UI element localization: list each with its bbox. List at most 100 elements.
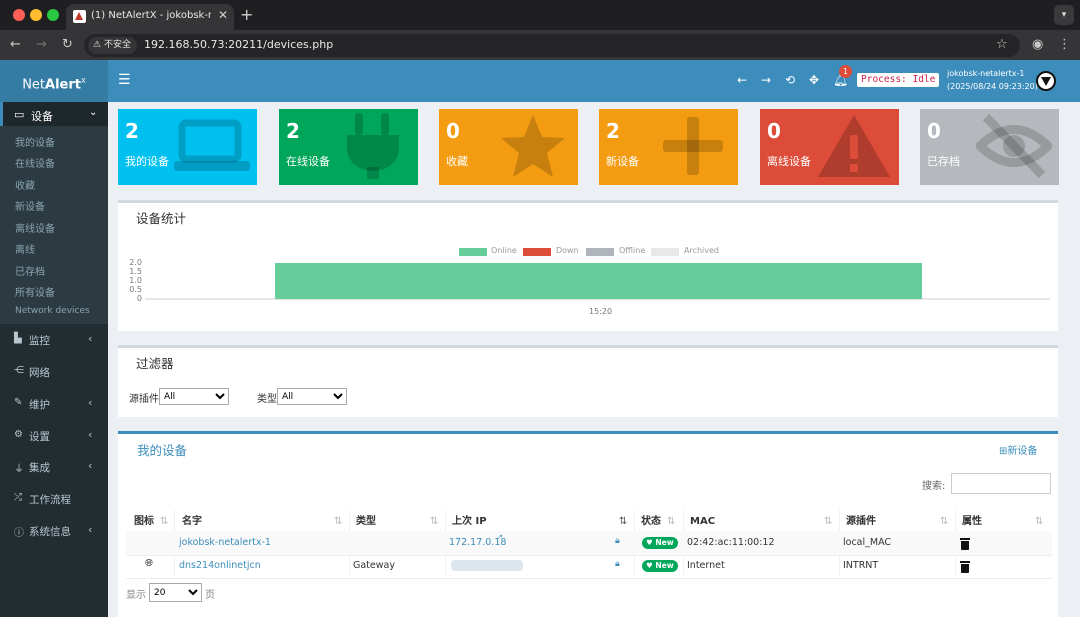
sidebar-item-label: 集成 [29,462,50,474]
panel-title: 设备统计 [136,211,187,226]
source-plugin-select[interactable]: All [159,388,229,405]
new-device-button[interactable]: ⊞新设备 [999,442,1037,457]
stat-count: 0 [446,119,460,143]
insecure-badge[interactable]: ⚠ 不安全 [88,37,137,54]
chevron-down-icon: ⌄ [89,107,98,118]
sort-icon[interactable]: ⇅ [667,516,675,527]
info-icon: ⓘ [14,528,24,539]
sidebar-item-label: 设置 [29,431,50,443]
forward-arrow-icon[interactable]: → [36,37,47,52]
y-tick-label: 0.5 [129,285,142,294]
stat-count: 2 [286,119,300,143]
stat-box-online[interactable]: 2 在线设备 [279,109,418,185]
sidebar-item-settings[interactable]: ⚙ 设置 ‹ [0,424,108,448]
stat-label: 新设备 [606,155,639,168]
sidebar-item-devices[interactable]: ▭ 设备 ⌄ [0,102,108,126]
warning-icon [818,115,890,177]
sidebar-item-monitoring[interactable]: ▙ 监控 ‹ [0,328,108,352]
stat-box-new-devices[interactable]: 2 新设备 [599,109,738,185]
url-text[interactable]: 192.168.50.73:20211/devices.php [144,38,333,51]
browser-menu-icon[interactable]: ⋮ [1058,37,1071,52]
sort-icon[interactable]: ⇅ [334,516,342,527]
subitem-down[interactable]: 离线设备 [15,220,55,235]
type-select[interactable]: All [277,388,347,405]
sort-desc-icon[interactable]: ⇅ [619,516,627,527]
subitem-my-devices[interactable]: 我的设备 [15,134,55,149]
sort-icon[interactable]: ⇅ [1035,516,1043,527]
sidebar-item-label: 工作流程 [29,494,71,506]
back-arrow-icon[interactable]: ← [10,37,21,52]
status-badge: ♥ New [642,537,678,549]
stat-label: 我的设备 [125,155,169,168]
process-status: Process: Idle [857,73,940,87]
menu-toggle-icon[interactable]: ☰ [118,72,131,88]
lock-icon: 🔒︎ [615,536,620,546]
stat-box-down-devices[interactable]: 0 离线设备 [760,109,899,185]
subitem-new[interactable]: 新设备 [15,198,45,213]
subitem-online[interactable]: 在线设备 [15,155,55,170]
user-avatar[interactable] [1036,71,1056,91]
netalertx-favicon-icon [73,10,86,23]
y-tick-label: 0 [136,294,142,303]
stat-count: 2 [606,119,620,143]
stat-count: 2 [125,119,139,143]
subitem-offline[interactable]: 离线 [15,241,35,256]
forward-arrow-icon[interactable]: → [761,73,771,87]
sidebar-item-workflows[interactable]: ⤮ 工作流程 [0,487,108,511]
browser-tab[interactable]: (1) NetAlertX - jokobsk-netale ✕ [66,4,234,30]
new-tab-button[interactable]: + [240,5,253,24]
subitem-all[interactable]: 所有设备 [15,284,55,299]
app-logo[interactable]: NetAlertX [0,60,108,102]
sort-icon[interactable]: ⇅ [824,516,832,527]
filters-panel: 过滤器 [118,345,1058,417]
sidebar-item-label: 设备 [31,110,53,123]
device-source: local_MAC [843,537,892,548]
sort-icon[interactable]: ⇅ [940,516,948,527]
sidebar-item-network[interactable]: ⋲ 网络 [0,360,108,384]
search-input[interactable] [951,473,1051,494]
subitem-network-devices[interactable]: Network devices [15,306,90,316]
sort-icon[interactable]: ⇅ [160,516,168,527]
close-window-button[interactable] [13,9,25,21]
tab-search-chevron-icon[interactable]: ▾ [1054,5,1074,25]
star-icon [501,115,565,177]
chevron-left-icon: ‹ [88,428,93,441]
trash-icon[interactable] [960,561,970,573]
address-bar[interactable]: ⚠ 不安全 192.168.50.73:20211/devices.php ☆ [84,34,1020,57]
move-icon[interactable]: ✥ [809,73,819,87]
network-icon: ⋲ [14,365,24,376]
x-tick-label: 15:20 [589,307,613,316]
stat-box-my-devices[interactable]: 2 我的设备 [118,109,257,185]
device-mac: 02:42:ac:11:00:12 [687,537,775,548]
reload-icon[interactable]: ↻ [62,37,73,52]
sidebar-item-system-info[interactable]: ⓘ 系统信息 ‹ [0,519,108,543]
eye-slash-icon [976,113,1052,179]
refresh-icon[interactable]: ⟲ [785,73,795,87]
zoom-window-button[interactable] [47,9,59,21]
stat-box-archived[interactable]: 0 已存档 [920,109,1059,185]
sort-icon[interactable]: ⇅ [430,516,438,527]
minimize-window-button[interactable] [30,9,42,21]
device-name-link[interactable]: jokobsk-netalertx-1 [179,537,271,548]
legend-label-down: Down [556,246,579,255]
external-link-icon[interactable]: ↗ [497,533,503,541]
subitem-favorites[interactable]: 收藏 [15,177,35,192]
plug-icon [347,113,399,179]
legend-label-archived: Archived [684,246,720,255]
bookmark-star-icon[interactable]: ☆ [996,37,1008,52]
logo-x-text: X [81,77,86,85]
devices-panel: 我的设备 [118,431,1058,617]
notification-badge: 1 [839,65,852,78]
subitem-archived[interactable]: 已存档 [15,263,45,278]
device-name-link[interactable]: dns214onlinetjcn [179,560,261,571]
profile-icon[interactable]: ◉ [1032,37,1043,52]
sidebar-item-maintenance[interactable]: ✎ 维护 ‹ [0,392,108,416]
device-mac: Internet [687,560,725,571]
hostname: jokobsk-netalertx-1 [947,69,1025,78]
sidebar-item-integrations[interactable]: ⏚ 集成 ‹ [0,455,108,479]
back-arrow-icon[interactable]: ← [737,73,747,87]
page-size-select[interactable]: 20 [149,583,202,602]
stat-box-favorites[interactable]: 0 收藏 [439,109,578,185]
trash-icon[interactable] [960,538,970,550]
tab-close-icon[interactable]: ✕ [218,8,228,22]
